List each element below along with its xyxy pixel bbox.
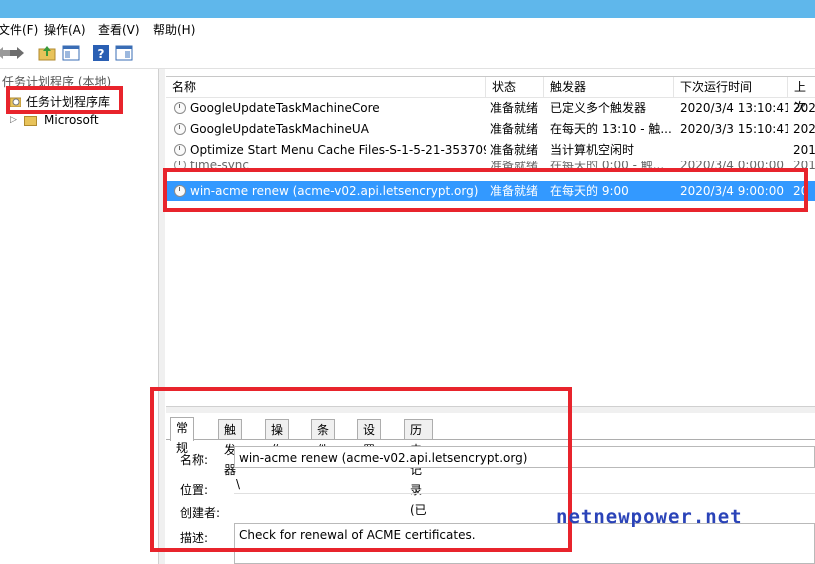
column-header-name[interactable]: 名称 <box>166 77 486 97</box>
column-header-next-run[interactable]: 下次运行时间 <box>674 77 788 97</box>
tree-pane: 任务计划程序 (本地) 任务计划程序库 ▷ Microsoft <box>0 69 161 564</box>
task-next-run <box>680 140 788 160</box>
tab-general[interactable]: 常规 <box>170 417 195 455</box>
task-trigger: 已定义多个触发器 <box>550 101 647 115</box>
show-pane-icon[interactable] <box>62 44 80 62</box>
menu-file[interactable]: 文件(F) <box>0 21 38 38</box>
highlight-box-library <box>6 86 123 114</box>
task-status: 准备就绪 <box>490 122 539 136</box>
task-last-run: 2020 <box>793 122 815 136</box>
task-next-run: 2020/3/4 13:10:41 <box>680 101 788 115</box>
task-list-header: 名称 状态 触发器 下次运行时间 上次 <box>166 77 815 114</box>
folder-icon <box>24 116 37 126</box>
menu-action[interactable]: 操作(A) <box>44 21 86 38</box>
task-name: Optimize Start Menu Cache Files-S-1-5-21… <box>190 143 486 157</box>
task-row[interactable]: GoogleUpdateTaskMachineCore 准备就绪 已定义多个触发… <box>166 98 815 118</box>
task-next-run: 2020/3/3 15:10:41 <box>680 122 788 136</box>
task-clock-icon <box>174 144 186 156</box>
window-title-bar <box>0 0 815 18</box>
column-header-trigger[interactable]: 触发器 <box>544 77 674 97</box>
watermark-text: netnewpower.net <box>556 506 743 528</box>
task-row[interactable]: GoogleUpdateTaskMachineUA 准备就绪 在每天的 13:1… <box>166 119 815 139</box>
menu-view[interactable]: 查看(V) <box>98 21 140 38</box>
task-last-run: 201 <box>793 143 815 157</box>
task-name: GoogleUpdateTaskMachineCore <box>190 101 380 115</box>
highlight-box-selected-task <box>163 168 808 212</box>
folder-up-icon[interactable] <box>38 44 56 62</box>
tree-item-microsoft-label: Microsoft <box>44 113 99 127</box>
task-status: 准备就绪 <box>490 101 539 115</box>
column-header-status[interactable]: 状态 <box>486 77 544 97</box>
task-last-run: 2020 <box>793 101 815 115</box>
forward-arrow-icon[interactable] <box>8 44 26 62</box>
toolbar: ? <box>0 40 815 69</box>
task-row[interactable]: Optimize Start Menu Cache Files-S-1-5-21… <box>166 140 815 160</box>
task-name: GoogleUpdateTaskMachineUA <box>190 122 369 136</box>
menu-bar: 文件(F) 操作(A) 查看(V) 帮助(H) <box>0 18 815 40</box>
svg-text:?: ? <box>98 47 105 61</box>
help-icon[interactable]: ? <box>92 44 110 62</box>
menu-help[interactable]: 帮助(H) <box>153 21 195 38</box>
column-header-last-run[interactable]: 上次 <box>788 77 815 114</box>
expand-arrow-icon[interactable]: ▷ <box>10 115 17 125</box>
action-pane-icon[interactable] <box>115 44 133 62</box>
task-clock-icon <box>174 102 186 114</box>
highlight-box-detail <box>150 387 572 552</box>
task-trigger: 当计算机空闲时 <box>550 143 635 157</box>
task-status: 准备就绪 <box>490 143 539 157</box>
task-trigger: 在每天的 13:10 - 触... <box>550 122 672 136</box>
task-list: 名称 状态 触发器 下次运行时间 上次 GoogleUpdateTaskMach… <box>166 76 815 407</box>
task-clock-icon <box>174 123 186 135</box>
